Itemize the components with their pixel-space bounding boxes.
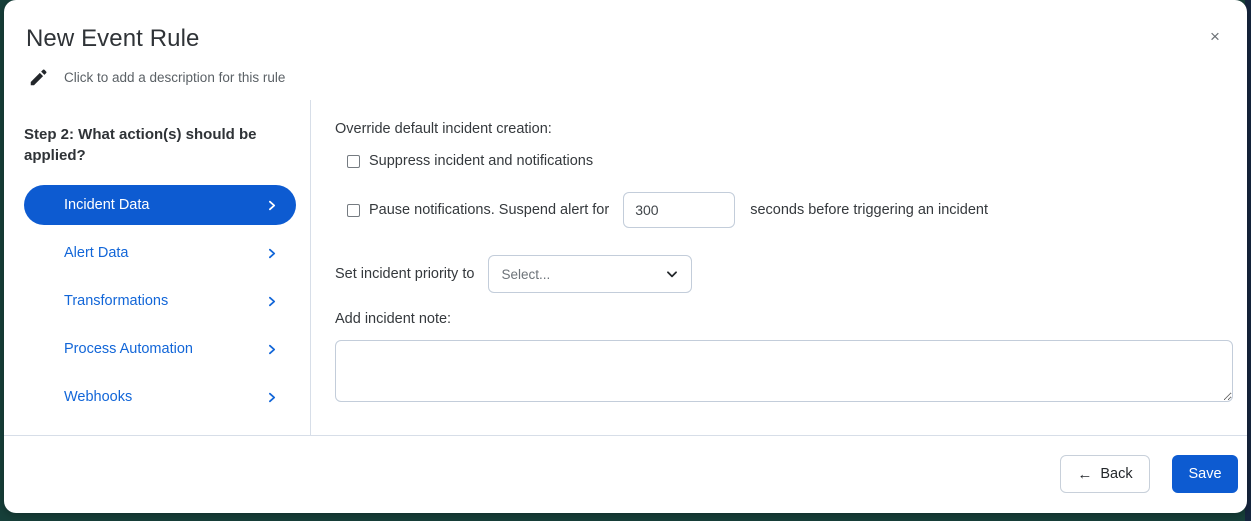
- modal-body: Step 2: What action(s) should be applied…: [4, 100, 1247, 435]
- suppress-incident-row[interactable]: Suppress incident and notifications: [347, 153, 593, 169]
- arrow-left-icon: ←: [1077, 465, 1093, 483]
- chevron-right-icon: [265, 295, 278, 308]
- suspend-seconds-suffix: seconds before triggering an incident: [750, 202, 988, 218]
- new-event-rule-modal: New Event Rule Click to add a descriptio…: [4, 0, 1247, 513]
- modal-footer: ← Back Save: [4, 435, 1247, 513]
- close-icon[interactable]: ×: [1205, 27, 1225, 47]
- incident-priority-label: Set incident priority to: [335, 266, 475, 282]
- sidebar-item-label: Alert Data: [64, 245, 129, 261]
- chevron-right-icon: [265, 391, 278, 404]
- description-placeholder: Click to add a description for this rule: [64, 69, 286, 85]
- incident-data-panel: Override default incident creation: Supp…: [311, 100, 1247, 435]
- sidebar-item-label: Process Automation: [64, 341, 193, 357]
- sidebar: Step 2: What action(s) should be applied…: [4, 100, 311, 435]
- sidebar-item-process-automation[interactable]: Process Automation: [24, 329, 296, 369]
- incident-priority-select[interactable]: Select...: [488, 255, 693, 293]
- sidebar-item-webhooks[interactable]: Webhooks: [24, 377, 296, 417]
- incident-note-textarea[interactable]: [335, 340, 1233, 402]
- chevron-right-icon: [265, 199, 278, 212]
- incident-note-label: Add incident note:: [335, 311, 452, 327]
- suspend-seconds-input[interactable]: [623, 192, 736, 228]
- sidebar-nav: Incident Data Alert Data Transformations: [24, 185, 296, 425]
- chevron-right-icon: [265, 343, 278, 356]
- save-button[interactable]: Save: [1172, 455, 1238, 493]
- description-row[interactable]: Click to add a description for this rule: [28, 66, 285, 88]
- sidebar-item-alert-data[interactable]: Alert Data: [24, 233, 296, 273]
- override-section-label: Override default incident creation:: [335, 121, 552, 137]
- suppress-incident-label: Suppress incident and notifications: [369, 153, 594, 169]
- back-button-label: Back: [1100, 466, 1133, 482]
- pencil-icon: [28, 66, 50, 88]
- step-heading: Step 2: What action(s) should be applied…: [24, 126, 257, 164]
- suppress-incident-checkbox[interactable]: [347, 154, 360, 168]
- pause-notifications-label: Pause notifications. Suspend alert for: [369, 202, 610, 218]
- modal-header: New Event Rule Click to add a descriptio…: [4, 0, 1247, 100]
- incident-priority-value: Select...: [501, 266, 551, 282]
- sidebar-item-transformations[interactable]: Transformations: [24, 281, 296, 321]
- sidebar-item-label: Transformations: [64, 293, 169, 309]
- pause-notifications-row: Pause notifications. Suspend alert for s…: [347, 192, 988, 228]
- sidebar-item-label: Incident Data: [64, 197, 150, 213]
- chevron-down-icon: [665, 267, 679, 281]
- pause-notifications-checkbox[interactable]: [347, 203, 360, 217]
- page-title: New Event Rule: [26, 25, 200, 52]
- incident-priority-row: Set incident priority to Select...: [335, 255, 693, 293]
- sidebar-item-incident-data[interactable]: Incident Data: [24, 185, 296, 225]
- chevron-right-icon: [265, 247, 278, 260]
- sidebar-item-label: Webhooks: [64, 389, 133, 405]
- back-button[interactable]: ← Back: [1060, 455, 1150, 493]
